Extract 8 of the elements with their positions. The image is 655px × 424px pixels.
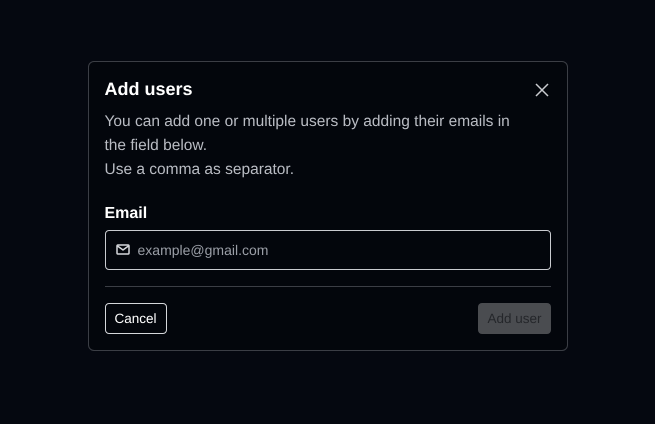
cancel-button[interactable]: Cancel [104, 303, 167, 334]
email-field[interactable]: example@gmail.com [104, 230, 550, 270]
mail-icon [116, 244, 130, 255]
dialog-title: Add users [104, 79, 193, 100]
description-text: You can add one or multiple users by adding their emails in the field below. [104, 112, 511, 156]
description-text: Use a comma as separator. [104, 160, 296, 180]
close-icon[interactable] [532, 80, 550, 98]
email-label: Email [104, 205, 148, 223]
